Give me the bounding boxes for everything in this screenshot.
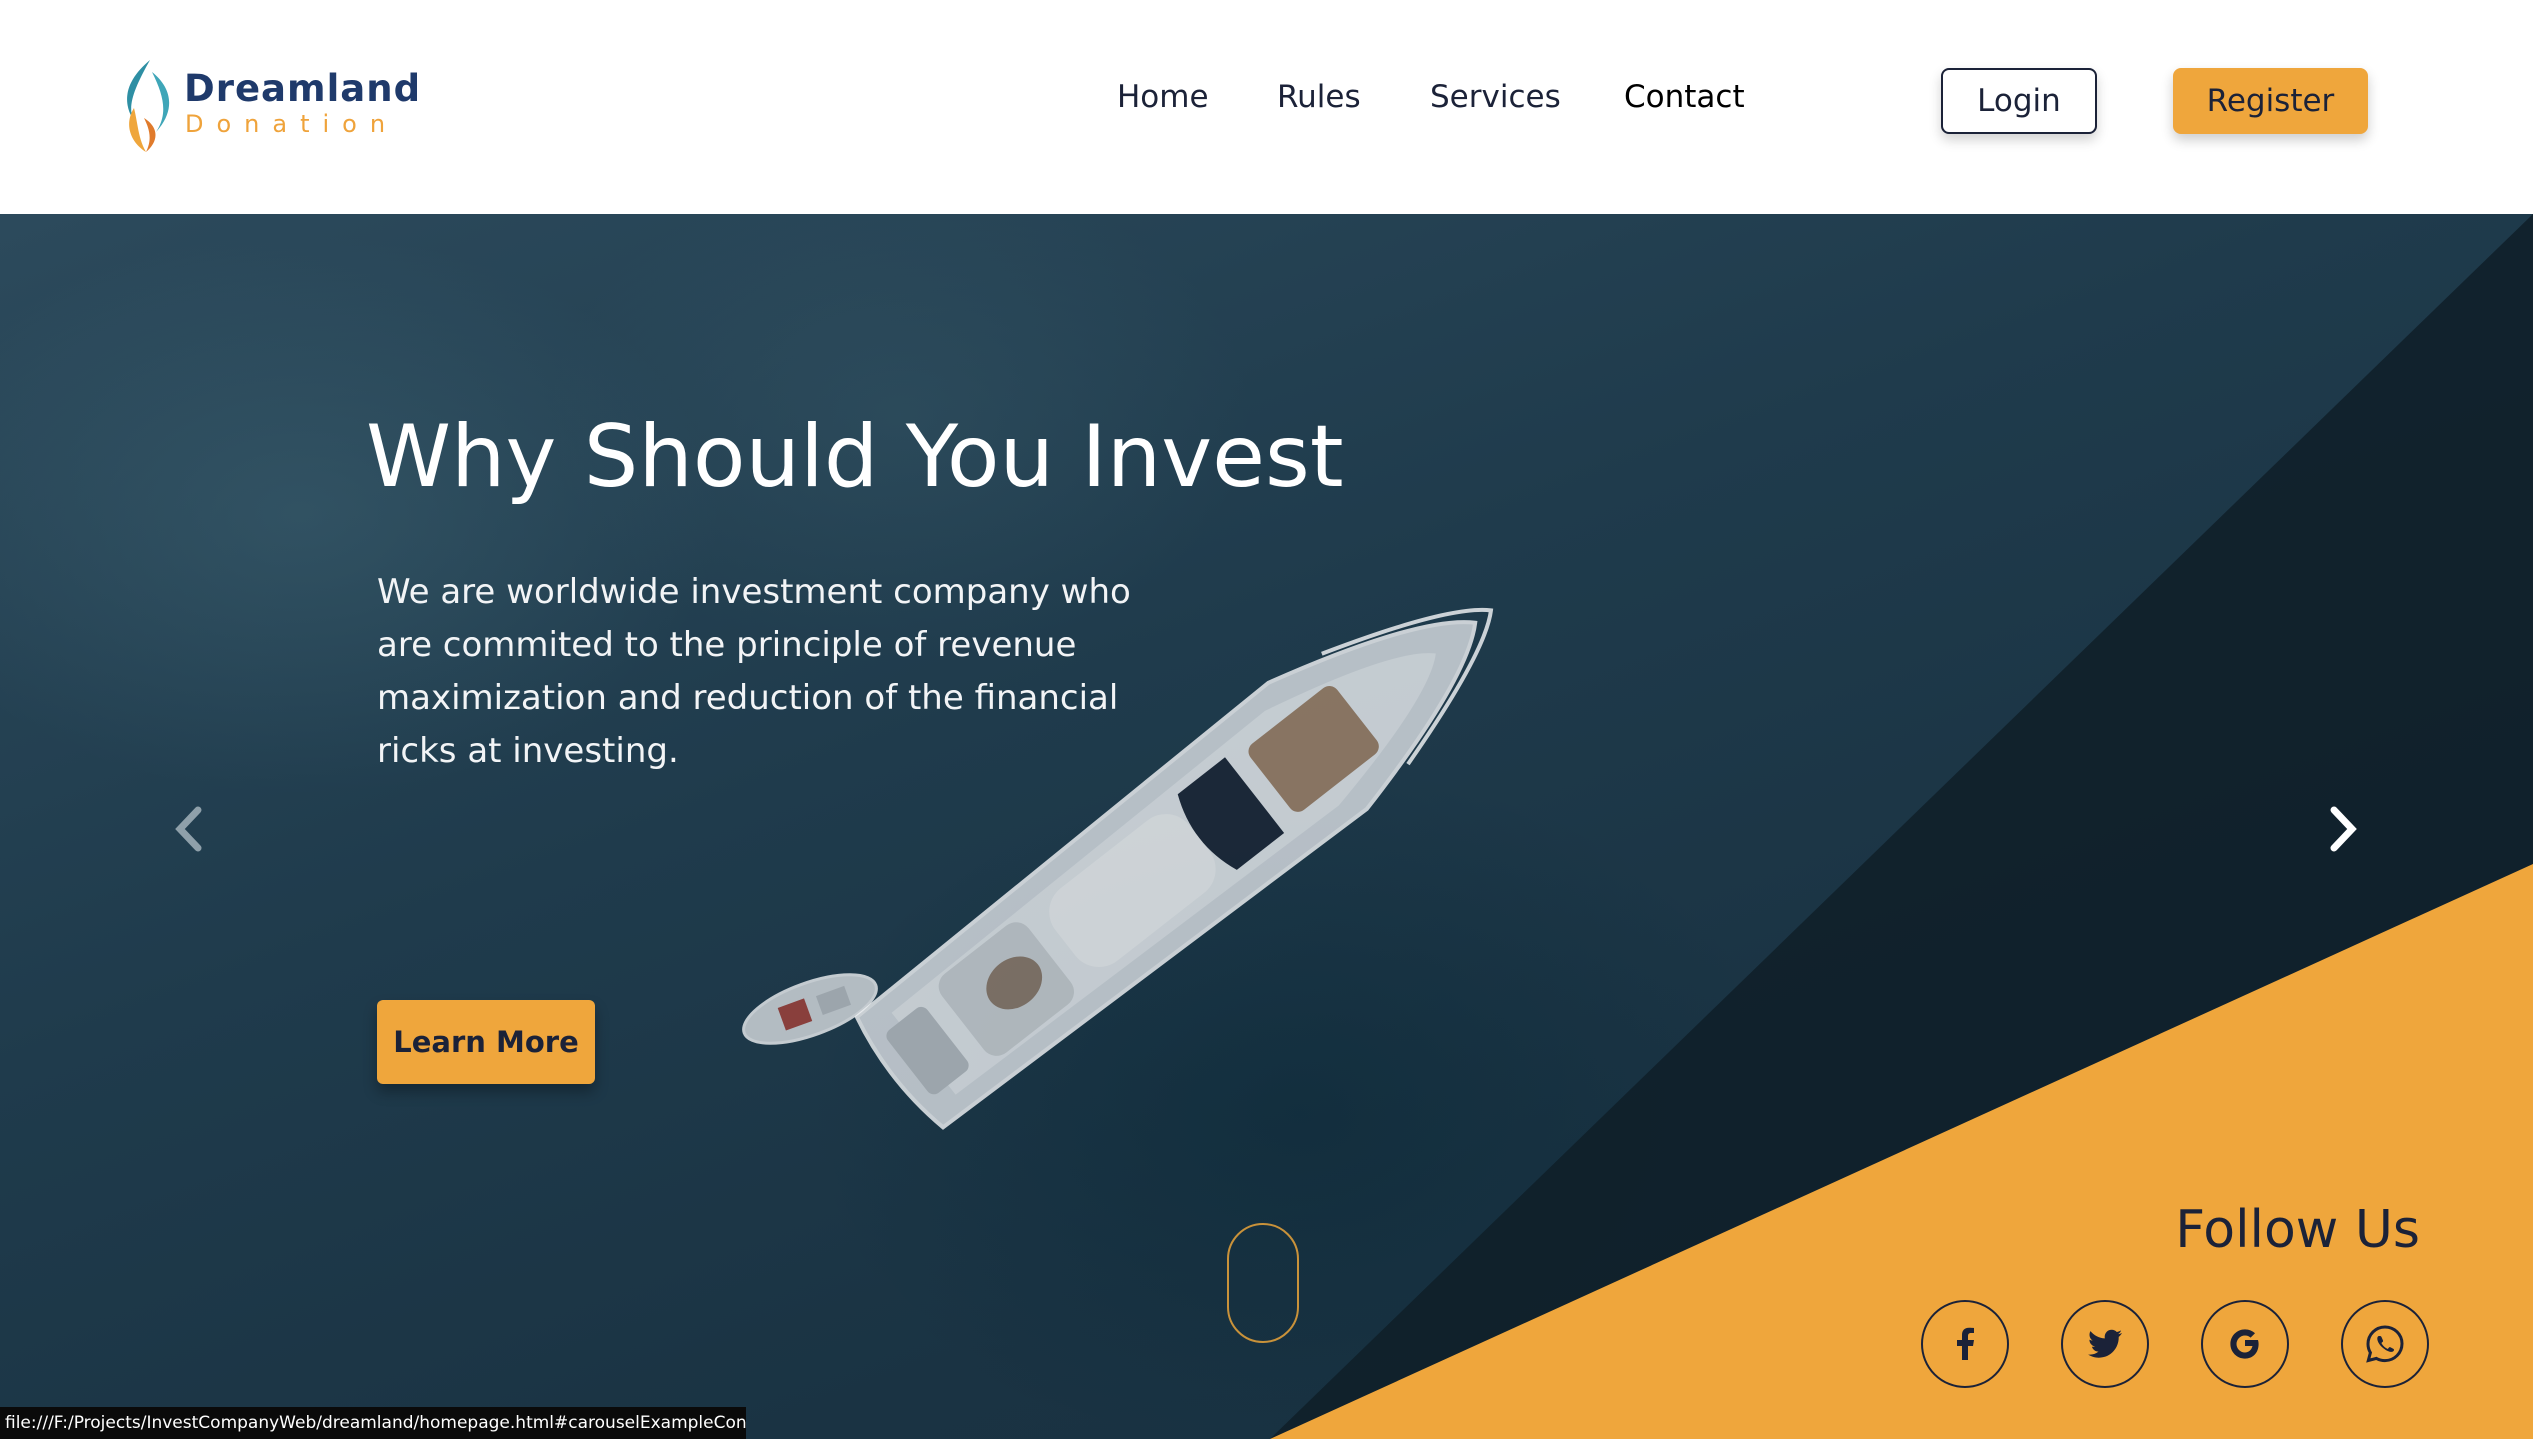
chevron-right-icon[interactable]: [2326, 804, 2362, 854]
nav-contact[interactable]: Contact: [1624, 82, 1745, 113]
twitter-link[interactable]: [2061, 1300, 2149, 1388]
browser-status-bar: file:///F:/Projects/InvestCompanyWeb/dre…: [0, 1407, 746, 1439]
google-icon: [2230, 1329, 2259, 1359]
register-button[interactable]: Register: [2173, 68, 2368, 134]
learn-more-button[interactable]: Learn More: [377, 1000, 595, 1084]
facebook-icon: [1957, 1327, 1974, 1360]
nav-rules[interactable]: Rules: [1277, 82, 1361, 113]
facebook-link[interactable]: [1921, 1300, 2009, 1388]
follow-us-title: Follow Us: [2175, 1200, 2420, 1260]
twitter-icon: [2088, 1329, 2122, 1358]
hero-description: We are worldwide investment company who …: [377, 572, 1131, 771]
google-link[interactable]: [2201, 1300, 2289, 1388]
nav-services[interactable]: Services: [1430, 82, 1561, 113]
login-button[interactable]: Login: [1941, 68, 2097, 134]
whatsapp-icon: [2366, 1325, 2404, 1363]
site-header: Dreamland Donation Home Rules Services C…: [0, 0, 2533, 214]
logo-flame-icon[interactable]: [116, 58, 178, 154]
scroll-indicator[interactable]: [1227, 1223, 1299, 1343]
hero-carousel: Why Should You Invest We are worldwide i…: [0, 214, 2533, 1439]
whatsapp-link[interactable]: [2341, 1300, 2429, 1388]
hero-title: Why Should You Invest: [366, 407, 1344, 507]
logo-text-primary[interactable]: Dreamland: [184, 70, 421, 107]
logo-text-secondary[interactable]: Donation: [185, 112, 398, 136]
nav-home[interactable]: Home: [1117, 82, 1209, 113]
chevron-left-icon[interactable]: [170, 804, 206, 854]
